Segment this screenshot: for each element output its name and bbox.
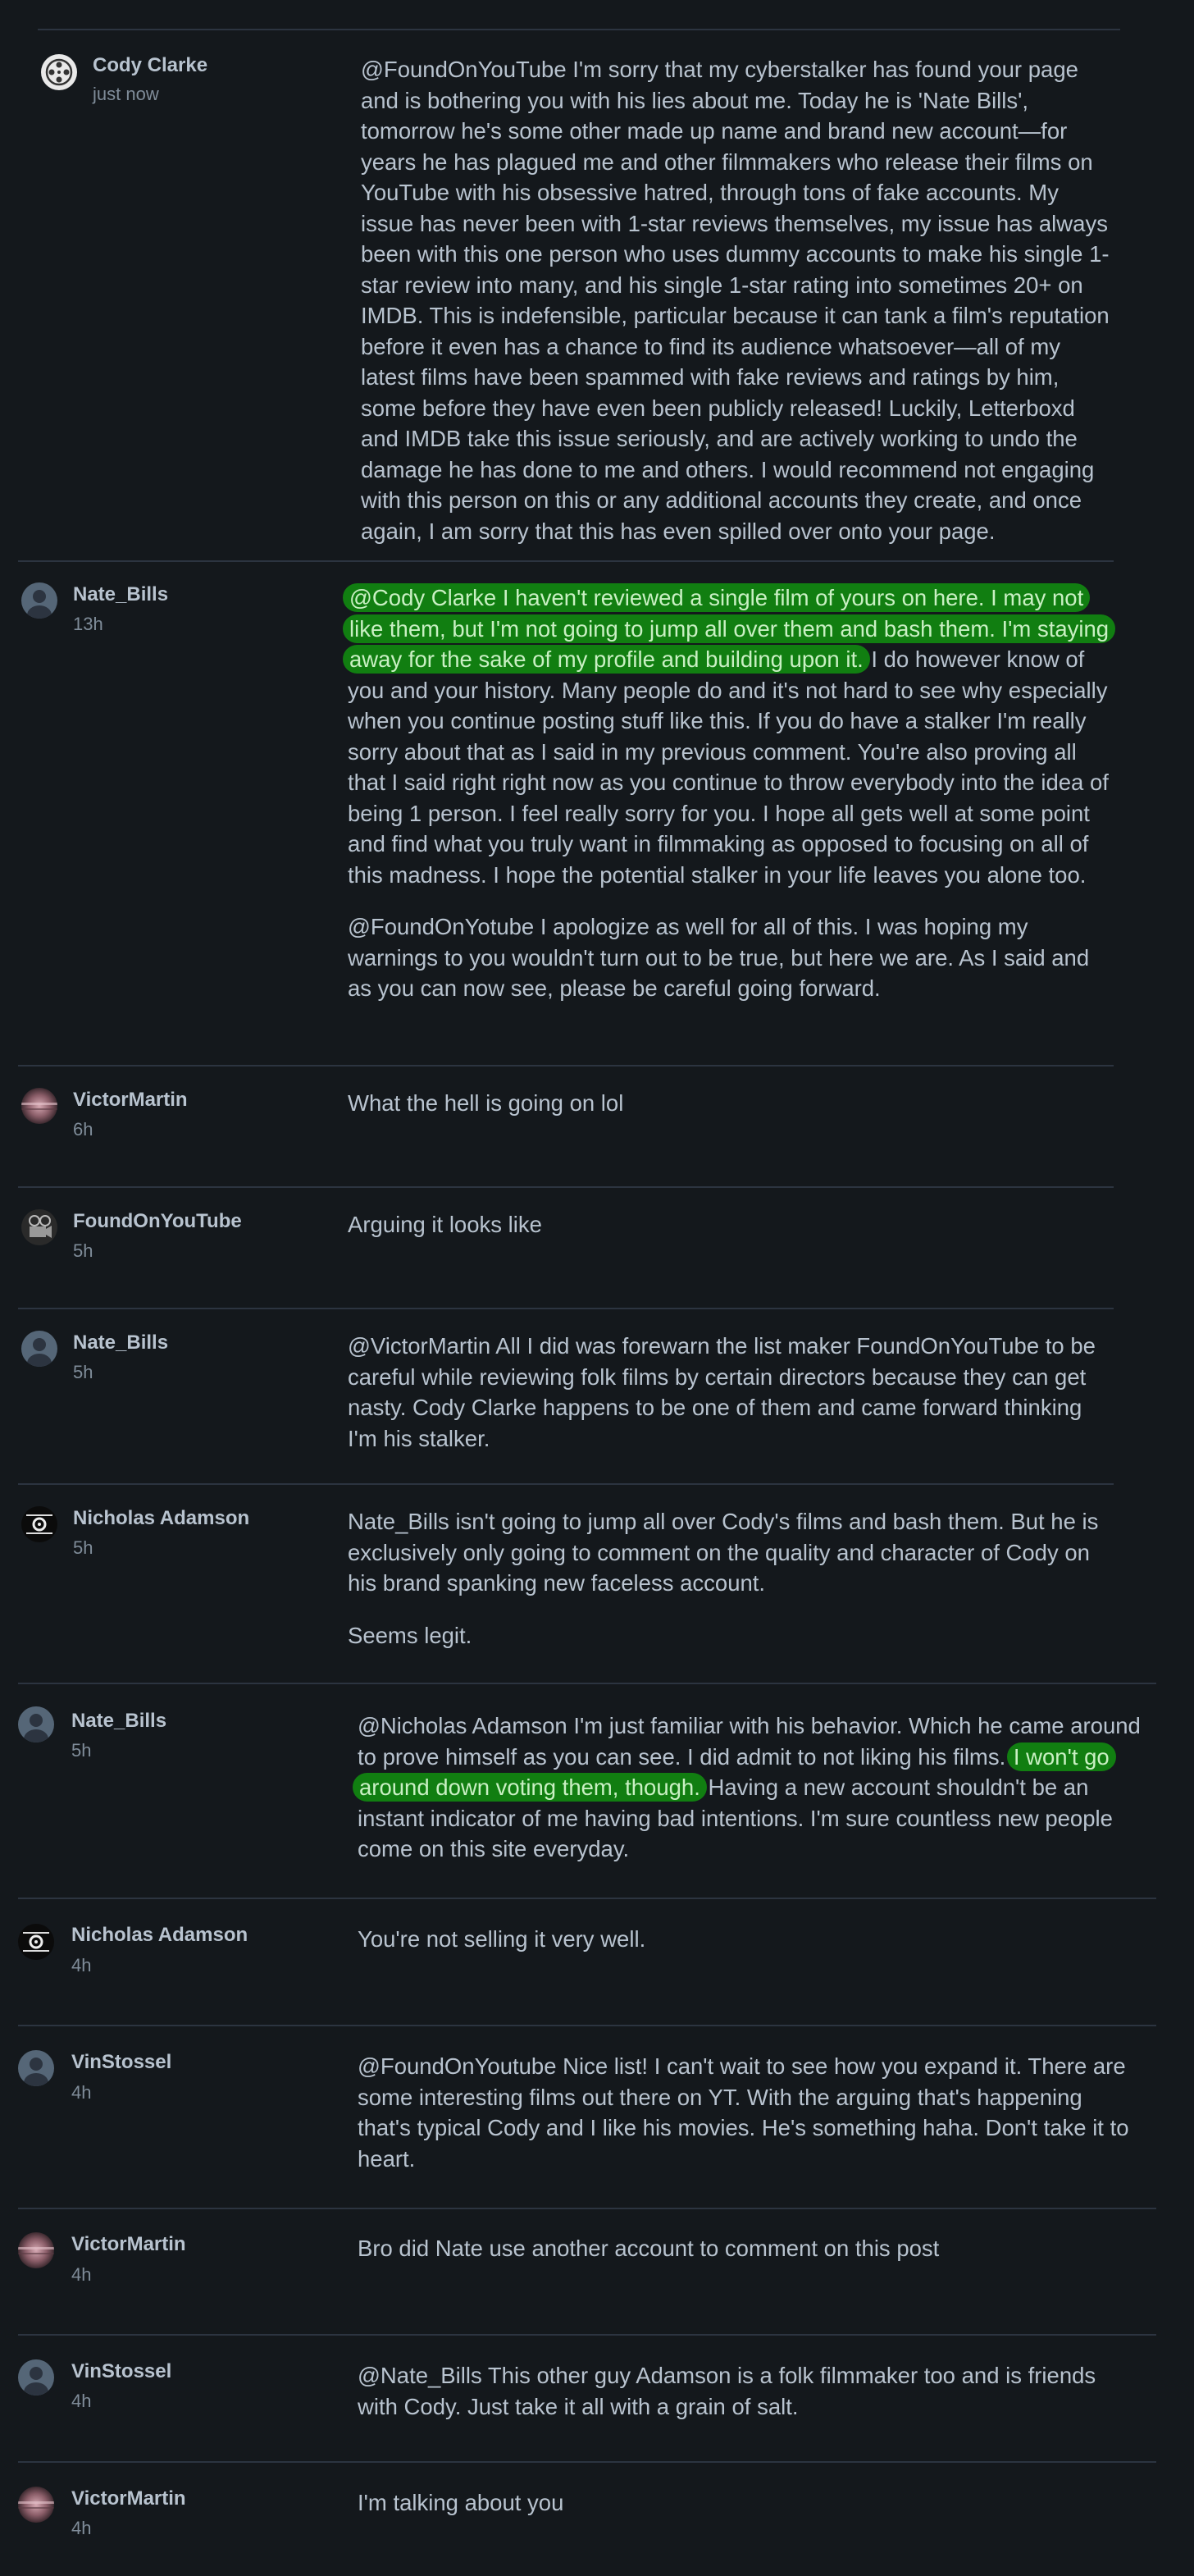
comment-author[interactable]: Nate_Bills (73, 1331, 168, 1354)
comment-body: @Nate_Bills This other guy Adamson is a … (358, 2360, 1137, 2422)
comment-divider (18, 1898, 1156, 1899)
comment-paragraph: Bro did Nate use another account to comm… (358, 2236, 940, 2261)
comment-author[interactable]: Nicholas Adamson (73, 1507, 249, 1530)
vhs-logo-avatar-icon[interactable] (21, 1506, 57, 1542)
pink-blur-avatar-icon[interactable] (21, 1088, 57, 1124)
comment-divider (18, 1065, 1114, 1066)
comment-paragraph: Arguing it looks like (348, 1212, 542, 1237)
comment-body: You're not selling it very well. (358, 1924, 1161, 1955)
comment-paragraph: You're not selling it very well. (358, 1926, 646, 1952)
comment-paragraph: @Nicholas Adamson I'm just familiar with… (353, 1710, 1161, 1865)
comment-paragraph: @FoundOnYoutube Nice list! I can't wait … (358, 2053, 1129, 2172)
film-reel-avatar-icon[interactable] (41, 54, 77, 90)
comment-body: Arguing it looks like (348, 1209, 1117, 1240)
comment-time: 13h (73, 614, 103, 634)
comment-time: just now (93, 84, 159, 104)
comment-time: 4h (71, 2082, 92, 2103)
comment-author[interactable]: VinStossel (71, 2051, 171, 2074)
comment-author[interactable]: FoundOnYouTube (73, 1210, 242, 1233)
comment-paragraph: Seems legit. (348, 1622, 472, 1648)
comment-author[interactable]: Cody Clarke (93, 54, 207, 77)
comment-body: Bro did Nate use another account to comm… (358, 2233, 1161, 2264)
comment-time: 5h (73, 1240, 93, 1261)
default-user-avatar-icon[interactable] (21, 582, 57, 619)
comment-body: @Nicholas Adamson I'm just familiar with… (353, 1710, 1161, 1865)
comment-paragraph: @Nate_Bills This other guy Adamson is a … (358, 2363, 1096, 2419)
comment-author[interactable]: VinStossel (71, 2360, 171, 2383)
comment-divider (18, 1683, 1156, 1684)
comment-body: @FoundOnYouTube I'm sorry that my cybers… (361, 54, 1117, 546)
default-user-avatar-icon[interactable] (18, 2050, 54, 2086)
comment-divider (18, 2208, 1156, 2209)
comment-time: 5h (73, 1537, 93, 1558)
comment-divider (18, 1186, 1114, 1188)
comment-paragraph: What the hell is going on lol (348, 1090, 624, 1116)
comment-text: I do however know of you and your histor… (348, 646, 1109, 888)
comment-divider (18, 2025, 1156, 2026)
comment-body: Nate_Bills isn't going to jump all over … (348, 1506, 1117, 1651)
comment-author[interactable]: Nicholas Adamson (71, 1924, 248, 1947)
default-user-avatar-icon[interactable] (18, 1706, 54, 1742)
comment-author[interactable]: Nate_Bills (71, 1710, 166, 1733)
comment-divider (38, 29, 1120, 30)
comment-body: What the hell is going on lol (348, 1088, 1117, 1119)
comment-time: 5h (73, 1362, 93, 1382)
comment-time: 4h (71, 1955, 92, 1975)
comment-divider (18, 2334, 1156, 2336)
pink-blur-avatar-icon[interactable] (18, 2487, 54, 2523)
comment-body: @FoundOnYoutube Nice list! I can't wait … (358, 2051, 1137, 2174)
comment-paragraph: @FoundOnYotube I apologize as well for a… (348, 914, 1090, 1001)
comment-paragraph: @Cody Clarke I haven't reviewed a single… (343, 582, 1117, 890)
comment-time: 5h (71, 1740, 92, 1761)
default-user-avatar-icon[interactable] (18, 2359, 54, 2396)
comment-author[interactable]: VictorMartin (73, 1089, 188, 1112)
comment-divider (18, 2461, 1156, 2463)
film-camera-avatar-icon[interactable] (21, 1209, 57, 1245)
comment-divider (18, 1308, 1114, 1309)
comment-divider (18, 560, 1114, 562)
default-user-avatar-icon[interactable] (21, 1331, 57, 1367)
comment-author[interactable]: Nate_Bills (73, 583, 168, 606)
comment-paragraph: I'm talking about you (358, 2490, 564, 2515)
vhs-logo-avatar-icon[interactable] (18, 1924, 54, 1960)
comment-paragraph: @VictorMartin All I did was forewarn the… (348, 1333, 1096, 1451)
comment-paragraph: Nate_Bills isn't going to jump all over … (348, 1509, 1099, 1596)
comment-divider (18, 1483, 1114, 1485)
comment-body: I'm talking about you (358, 2487, 1161, 2519)
comment-time: 6h (73, 1119, 93, 1140)
comment-time: 4h (71, 2518, 92, 2538)
comment-author[interactable]: VictorMartin (71, 2233, 186, 2256)
comment-time: 4h (71, 2391, 92, 2411)
comment-author[interactable]: VictorMartin (71, 2487, 186, 2510)
comment-paragraph: @FoundOnYouTube I'm sorry that my cybers… (361, 57, 1110, 544)
pink-blur-avatar-icon[interactable] (18, 2232, 54, 2268)
comment-body: @Cody Clarke I haven't reviewed a single… (343, 582, 1117, 1004)
comment-time: 4h (71, 2264, 92, 2285)
comment-body: @VictorMartin All I did was forewarn the… (348, 1331, 1117, 1454)
